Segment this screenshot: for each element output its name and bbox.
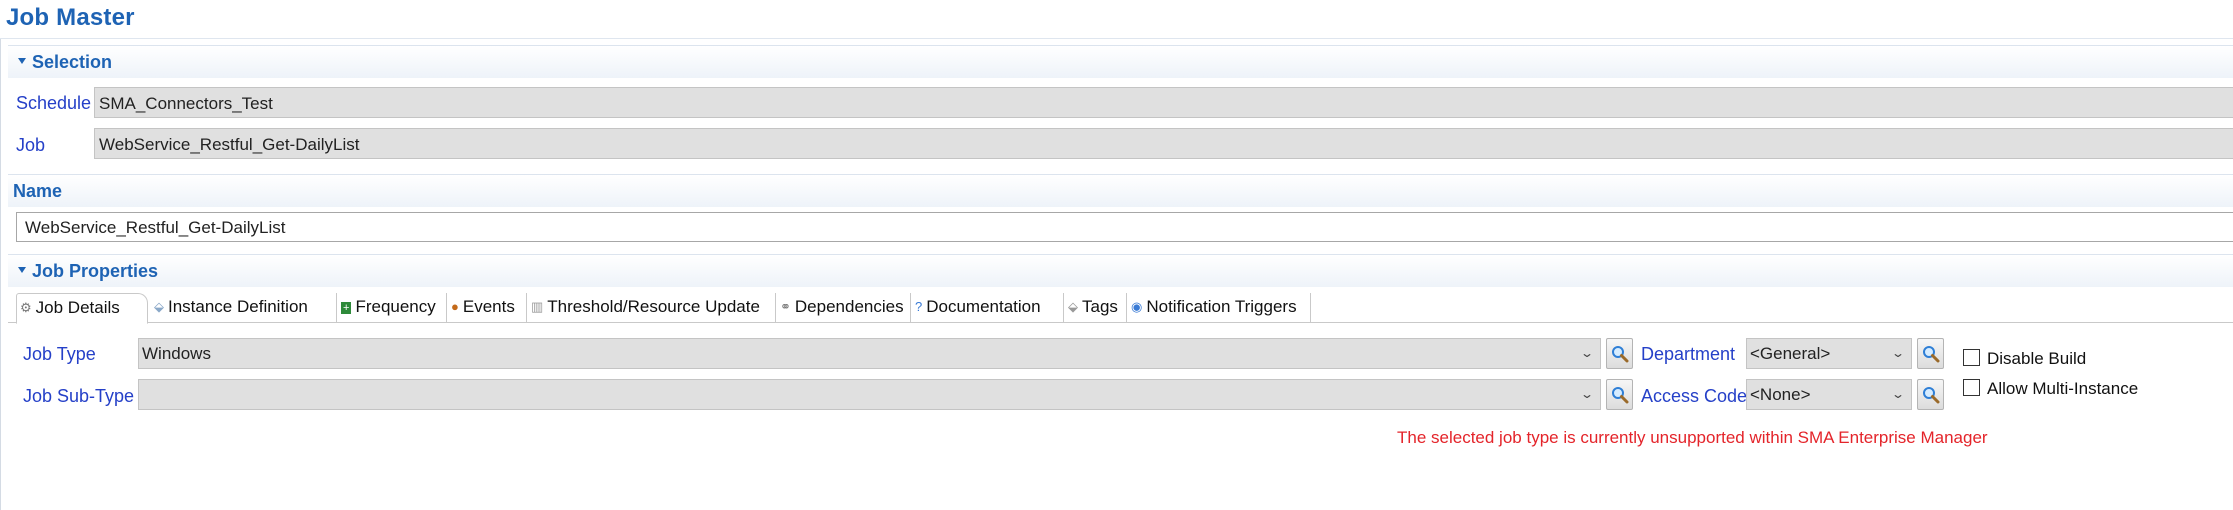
search-icon bbox=[1923, 346, 1940, 363]
job-label: Job bbox=[16, 135, 46, 155]
job-name-input[interactable]: WebService_Restful_Get-DailyList bbox=[16, 212, 2233, 242]
job-properties-section-header[interactable]: Job Properties bbox=[8, 254, 2233, 287]
gear-icon: ⚙ bbox=[20, 300, 32, 315]
search-icon bbox=[1612, 387, 1629, 404]
tab-job-details[interactable]: ⚙ Job Details bbox=[16, 293, 148, 324]
tab-dependencies[interactable]: ⚭ Dependencies bbox=[776, 293, 911, 323]
allow-multi-instance-label: Allow Multi-Instance bbox=[1987, 379, 2139, 398]
allow-multi-instance-checkbox[interactable] bbox=[1963, 379, 1980, 396]
link-icon: ⚭ bbox=[780, 299, 791, 314]
search-icon bbox=[1923, 387, 1940, 404]
chevron-down-icon: ⌄ bbox=[1579, 387, 1595, 401]
collapse-caret-icon bbox=[18, 267, 26, 274]
editor-left-border bbox=[0, 39, 1, 510]
job-subtype-select[interactable]: ⌄ bbox=[138, 379, 1601, 410]
tab-instance-definition[interactable]: ⬙ Instance Definition bbox=[150, 293, 337, 323]
name-section-title: Name bbox=[13, 181, 63, 201]
tag-icon: ⬙ bbox=[154, 299, 164, 314]
job-subtype-label: Job Sub-Type bbox=[23, 386, 135, 406]
job-type-label: Job Type bbox=[23, 344, 96, 364]
title-divider bbox=[0, 38, 2233, 39]
tab-tags[interactable]: ⬙ Tags bbox=[1064, 293, 1127, 323]
department-select[interactable]: <General> ⌄ bbox=[1746, 338, 1912, 369]
page-title: Job Master bbox=[6, 4, 135, 31]
name-section-header: Name bbox=[8, 174, 2233, 207]
job-type-select[interactable]: Windows ⌄ bbox=[138, 338, 1601, 369]
department-lookup-button[interactable] bbox=[1917, 338, 1944, 369]
chevron-down-icon: ⌄ bbox=[1579, 346, 1595, 360]
job-field: WebService_Restful_Get-DailyList bbox=[94, 128, 2233, 159]
help-icon: ? bbox=[915, 299, 923, 314]
job-properties-section-title: Job Properties bbox=[18, 261, 158, 282]
tab-notification-triggers[interactable]: ◉ Notification Triggers bbox=[1127, 293, 1311, 323]
disable-build-label: Disable Build bbox=[1987, 349, 2087, 368]
calendar-plus-icon: + bbox=[341, 302, 352, 314]
chart-icon: ▥ bbox=[531, 299, 544, 314]
disable-build-checkbox[interactable] bbox=[1963, 349, 1980, 366]
selection-section-title: Selection bbox=[18, 52, 112, 73]
unsupported-job-type-warning: The selected job type is currently unsup… bbox=[1397, 428, 1988, 447]
event-icon: ● bbox=[451, 299, 459, 314]
department-value: <General> bbox=[1750, 344, 1831, 363]
chevron-down-icon: ⌄ bbox=[1890, 346, 1906, 360]
department-label: Department bbox=[1641, 344, 1736, 364]
schedule-label: Schedule bbox=[16, 93, 92, 113]
access-code-lookup-button[interactable] bbox=[1917, 379, 1944, 410]
tag-icon: ⬙ bbox=[1068, 299, 1078, 314]
access-code-select[interactable]: <None> ⌄ bbox=[1746, 379, 1912, 410]
job-type-value: Windows bbox=[142, 344, 211, 363]
broadcast-icon: ◉ bbox=[1131, 299, 1143, 314]
job-type-lookup-button[interactable] bbox=[1606, 338, 1633, 369]
selection-section-header[interactable]: Selection bbox=[8, 45, 2233, 78]
tab-events[interactable]: ● Events bbox=[447, 293, 527, 323]
access-code-value: <None> bbox=[1750, 385, 1811, 404]
tab-threshold-resource-update[interactable]: ▥ Threshold/Resource Update bbox=[527, 293, 776, 323]
access-code-label: Access Code bbox=[1641, 386, 1748, 406]
search-icon bbox=[1612, 346, 1629, 363]
collapse-caret-icon bbox=[18, 58, 26, 65]
job-subtype-lookup-button[interactable] bbox=[1606, 379, 1633, 410]
tab-documentation[interactable]: ? Documentation bbox=[911, 293, 1064, 323]
tab-frequency[interactable]: + Frequency bbox=[337, 293, 447, 323]
chevron-down-icon: ⌄ bbox=[1890, 387, 1906, 401]
schedule-field: SMA_Connectors_Test bbox=[94, 87, 2233, 118]
